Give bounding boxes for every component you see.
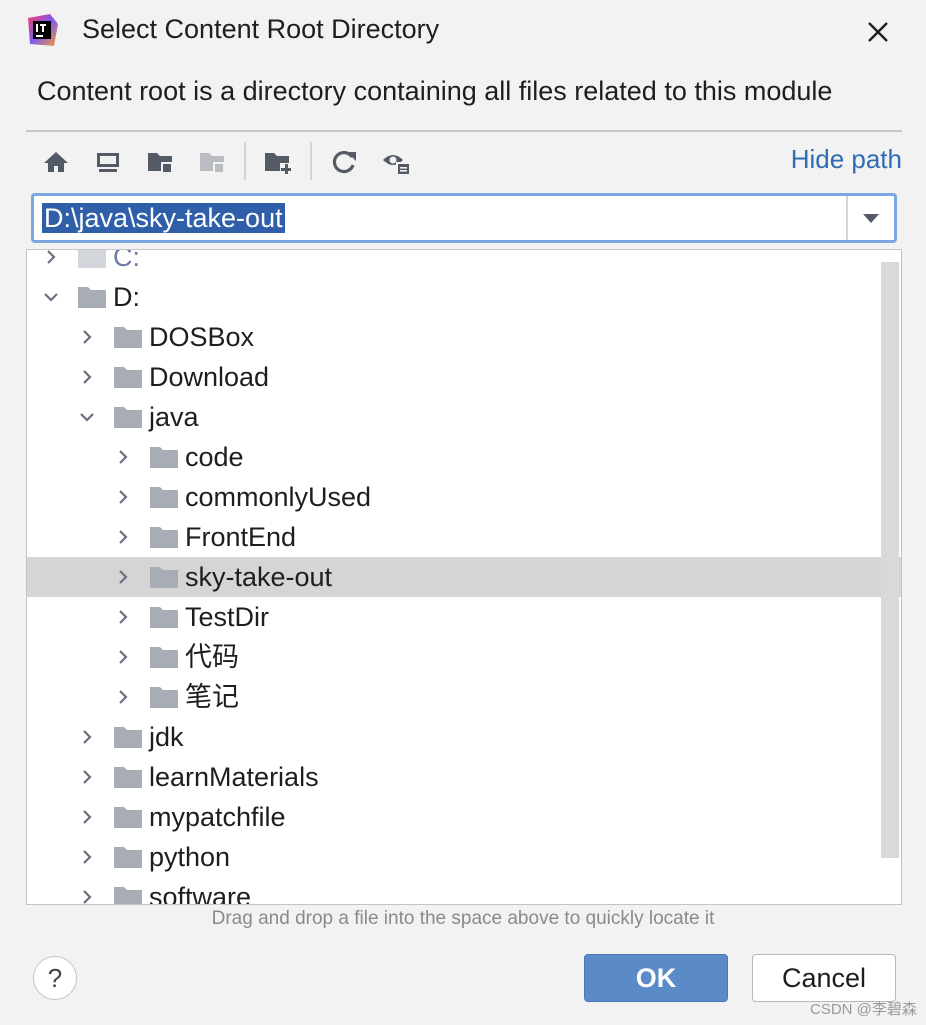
folder-icon <box>150 527 178 548</box>
tree-row[interactable]: software <box>27 877 901 905</box>
chevron-right-icon[interactable] <box>113 567 133 587</box>
tree-row[interactable]: code <box>27 437 901 477</box>
tree-item-label: software <box>149 882 252 905</box>
path-dropdown-button[interactable] <box>846 196 894 240</box>
folder-icon <box>150 647 178 668</box>
tree-item-label: commonlyUsed <box>185 482 372 512</box>
tree-item-label: TestDir <box>185 602 270 632</box>
hide-path-link[interactable]: Hide path <box>791 144 902 175</box>
chevron-right-icon[interactable] <box>77 727 97 747</box>
folder-icon <box>114 807 142 828</box>
chevron-right-icon[interactable] <box>77 887 97 905</box>
chevron-down-icon <box>863 214 879 223</box>
tree-item-label: java <box>149 402 199 432</box>
tree-row[interactable]: jdk <box>27 717 901 757</box>
tree-item-label: C: <box>113 249 140 272</box>
folder-icon <box>78 250 106 268</box>
window-title: Select Content Root Directory <box>82 14 440 44</box>
refresh-icon[interactable] <box>326 144 362 180</box>
toolbar: Hide path <box>28 140 902 182</box>
folder-icon <box>114 847 142 868</box>
desktop-icon[interactable] <box>90 144 126 180</box>
path-combobox[interactable]: D:\java\sky-take-out <box>31 193 897 243</box>
folder-icon <box>150 607 178 628</box>
chevron-down-icon[interactable] <box>77 407 97 427</box>
folder-icon <box>150 567 178 588</box>
tree-row[interactable]: python <box>27 837 901 877</box>
folder-icon <box>150 687 178 708</box>
chevron-right-icon[interactable] <box>113 647 133 667</box>
folder-icon <box>114 327 142 348</box>
tree-row[interactable]: D: <box>27 277 901 317</box>
tree-item-label: Download <box>149 362 270 392</box>
chevron-right-icon[interactable] <box>77 847 97 867</box>
path-input[interactable]: D:\java\sky-take-out <box>42 200 285 236</box>
divider <box>26 130 902 132</box>
tree-item-label: 代码 <box>185 642 239 672</box>
dialog-description: Content root is a directory containing a… <box>37 76 833 106</box>
module-folder-icon <box>194 144 230 180</box>
tree-row[interactable]: java <box>27 397 901 437</box>
help-button[interactable]: ? <box>33 956 77 1000</box>
tree-row[interactable]: sky-take-out <box>27 557 901 597</box>
tree-item-label: D: <box>113 282 140 312</box>
tree-item-label: DOSBox <box>149 322 255 352</box>
vertical-scrollbar[interactable] <box>881 262 899 858</box>
path-text: D:\java\sky-take-out <box>42 203 285 233</box>
directory-tree[interactable]: C: D: DOSBox Download java code commonlyUsed Fr… <box>26 249 902 905</box>
tree-row[interactable]: commonlyUsed <box>27 477 901 517</box>
cancel-button[interactable]: Cancel <box>752 954 896 1002</box>
tree-row[interactable]: learnMaterials <box>27 757 901 797</box>
tree-item-label: python <box>149 842 231 872</box>
tree-row[interactable]: Download <box>27 357 901 397</box>
tree-item-label: code <box>185 442 244 472</box>
tree-row[interactable]: C: <box>27 249 901 277</box>
folder-icon <box>114 367 142 388</box>
tree-row[interactable]: mypatchfile <box>27 797 901 837</box>
toolbar-separator <box>244 142 246 180</box>
tree-row[interactable]: 代码 <box>27 637 901 677</box>
chevron-right-icon[interactable] <box>113 487 133 507</box>
tree-item-label: jdk <box>149 722 184 752</box>
close-icon[interactable] <box>858 12 898 52</box>
toolbar-separator <box>310 142 312 180</box>
watermark: CSDN @李碧森 <box>810 1001 917 1018</box>
chevron-right-icon[interactable] <box>113 607 133 627</box>
intellij-logo-icon <box>28 14 58 46</box>
tree-row[interactable]: FrontEnd <box>27 517 901 557</box>
chevron-down-icon[interactable] <box>41 287 61 307</box>
tree-item-label: FrontEnd <box>185 522 297 552</box>
tree-item-label: mypatchfile <box>149 802 286 832</box>
chevron-right-icon[interactable] <box>77 367 97 387</box>
ok-button[interactable]: OK <box>584 954 728 1002</box>
chevron-right-icon[interactable] <box>113 527 133 547</box>
show-hidden-icon[interactable] <box>378 144 414 180</box>
chevron-right-icon[interactable] <box>77 807 97 827</box>
folder-icon <box>150 447 178 468</box>
tree-item-label: learnMaterials <box>149 762 319 792</box>
project-folder-icon[interactable] <box>142 144 178 180</box>
chevron-right-icon[interactable] <box>41 249 61 267</box>
tree-row[interactable]: DOSBox <box>27 317 901 357</box>
folder-icon <box>114 727 142 748</box>
chevron-right-icon[interactable] <box>113 447 133 467</box>
chevron-right-icon[interactable] <box>113 687 133 707</box>
tree-row[interactable]: TestDir <box>27 597 901 637</box>
folder-icon <box>114 767 142 788</box>
folder-icon <box>114 407 142 428</box>
tree-item-label: sky-take-out <box>185 562 333 592</box>
tree-row[interactable]: 笔记 <box>27 677 901 717</box>
folder-icon <box>78 287 106 308</box>
drag-drop-hint: Drag and drop a file into the space abov… <box>211 908 715 929</box>
chevron-right-icon[interactable] <box>77 767 97 787</box>
folder-icon <box>114 887 142 904</box>
tree-item-label: 笔记 <box>185 682 239 712</box>
folder-icon <box>150 487 178 508</box>
chevron-right-icon[interactable] <box>77 327 97 347</box>
new-folder-icon[interactable] <box>260 144 296 180</box>
title-bar: Select Content Root Directory <box>0 0 926 62</box>
home-icon[interactable] <box>38 144 74 180</box>
